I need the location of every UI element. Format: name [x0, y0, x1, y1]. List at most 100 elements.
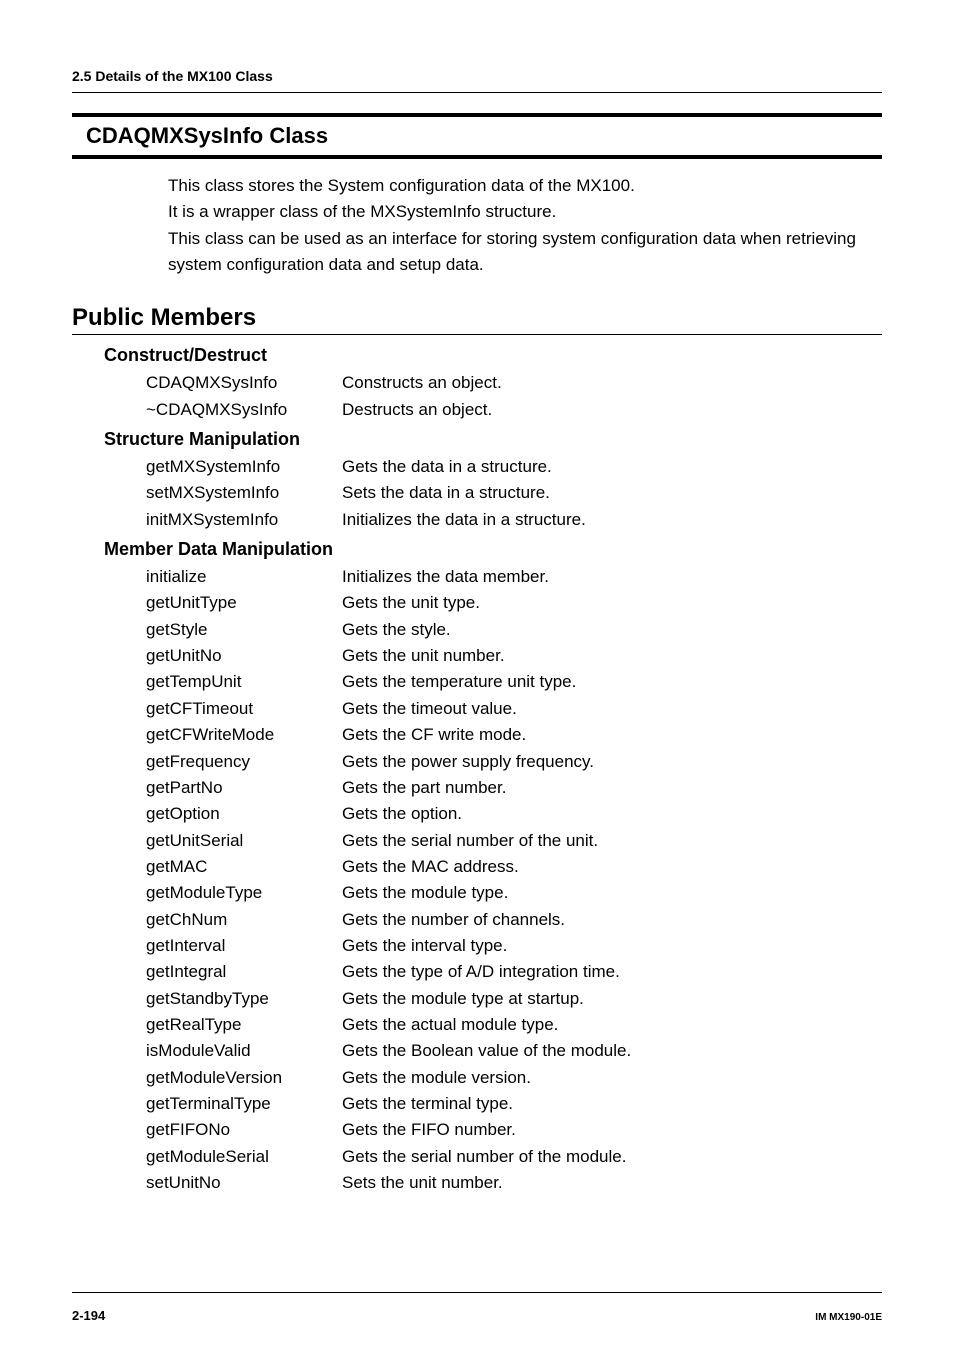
- member-desc: Gets the module type.: [342, 880, 882, 906]
- page-title: CDAQMXSysInfo Class: [72, 117, 882, 155]
- member-desc: Constructs an object.: [342, 370, 882, 396]
- member-row: getFIFONoGets the FIFO number.: [146, 1117, 882, 1143]
- member-term: setMXSystemInfo: [146, 480, 342, 506]
- member-term: getRealType: [146, 1012, 342, 1038]
- intro-line: It is a wrapper class of the MXSystemInf…: [168, 199, 882, 225]
- member-term: setUnitNo: [146, 1170, 342, 1196]
- member-term: ~CDAQMXSysInfo: [146, 397, 342, 423]
- member-term: getChNum: [146, 907, 342, 933]
- member-row: getTempUnitGets the temperature unit typ…: [146, 669, 882, 695]
- intro-block: This class stores the System configurati…: [168, 173, 882, 278]
- member-desc: Gets the power supply frequency.: [342, 749, 882, 775]
- section-items: CDAQMXSysInfo Constructs an object. ~CDA…: [146, 370, 882, 423]
- public-members-body: Construct/Destruct CDAQMXSysInfo Constru…: [104, 345, 882, 1196]
- member-row: getUnitSerialGets the serial number of t…: [146, 828, 882, 854]
- member-desc: Gets the serial number of the unit.: [342, 828, 882, 854]
- member-term: getModuleType: [146, 880, 342, 906]
- member-term: CDAQMXSysInfo: [146, 370, 342, 396]
- member-desc: Gets the interval type.: [342, 933, 882, 959]
- member-row: getStyleGets the style.: [146, 617, 882, 643]
- member-term: getIntegral: [146, 959, 342, 985]
- member-desc: Gets the Boolean value of the module.: [342, 1038, 882, 1064]
- member-desc: Initializes the data member.: [342, 564, 882, 590]
- member-desc: Sets the data in a structure.: [342, 480, 882, 506]
- member-desc: Gets the actual module type.: [342, 1012, 882, 1038]
- public-members-heading: Public Members: [72, 304, 882, 332]
- section-construct-destruct: Construct/Destruct CDAQMXSysInfo Constru…: [104, 345, 882, 423]
- footer: 2-194 IM MX190-01E: [72, 1308, 882, 1323]
- member-row: getTerminalTypeGets the terminal type.: [146, 1091, 882, 1117]
- member-desc: Gets the style.: [342, 617, 882, 643]
- page: 2.5 Details of the MX100 Class CDAQMXSys…: [0, 0, 954, 1351]
- member-row: getRealTypeGets the actual module type.: [146, 1012, 882, 1038]
- section-heading: Member Data Manipulation: [104, 539, 882, 560]
- member-row: getMXSystemInfo Gets the data in a struc…: [146, 454, 882, 480]
- member-term: getMAC: [146, 854, 342, 880]
- member-term: getPartNo: [146, 775, 342, 801]
- head-rule: [72, 92, 882, 93]
- member-desc: Gets the number of channels.: [342, 907, 882, 933]
- member-desc: Gets the data in a structure.: [342, 454, 882, 480]
- member-row: getFrequencyGets the power supply freque…: [146, 749, 882, 775]
- intro-line: This class can be used as an interface f…: [168, 226, 882, 279]
- member-desc: Sets the unit number.: [342, 1170, 882, 1196]
- member-desc: Gets the module type at startup.: [342, 986, 882, 1012]
- member-desc: Gets the serial number of the module.: [342, 1144, 882, 1170]
- member-row: initMXSystemInfo Initializes the data in…: [146, 507, 882, 533]
- member-row: getPartNoGets the part number.: [146, 775, 882, 801]
- member-row: initializeInitializes the data member.: [146, 564, 882, 590]
- member-term: getMXSystemInfo: [146, 454, 342, 480]
- member-term: getTerminalType: [146, 1091, 342, 1117]
- running-head: 2.5 Details of the MX100 Class: [72, 68, 882, 84]
- page-number: 2-194: [72, 1308, 105, 1323]
- member-desc: Destructs an object.: [342, 397, 882, 423]
- member-desc: Gets the MAC address.: [342, 854, 882, 880]
- member-term: getUnitType: [146, 590, 342, 616]
- member-term: getUnitNo: [146, 643, 342, 669]
- member-desc: Initializes the data in a structure.: [342, 507, 882, 533]
- footer-rule: [72, 1292, 882, 1293]
- member-desc: Gets the terminal type.: [342, 1091, 882, 1117]
- member-row: getModuleTypeGets the module type.: [146, 880, 882, 906]
- member-term: getModuleSerial: [146, 1144, 342, 1170]
- member-term: getCFTimeout: [146, 696, 342, 722]
- section-heading: Structure Manipulation: [104, 429, 882, 450]
- member-row: getModuleSerialGets the serial number of…: [146, 1144, 882, 1170]
- member-term: getOption: [146, 801, 342, 827]
- public-members-rule: [72, 334, 882, 335]
- member-row: isModuleValidGets the Boolean value of t…: [146, 1038, 882, 1064]
- member-term: getModuleVersion: [146, 1065, 342, 1091]
- member-row: getChNumGets the number of channels.: [146, 907, 882, 933]
- member-term: getFIFONo: [146, 1117, 342, 1143]
- member-term: getCFWriteMode: [146, 722, 342, 748]
- title-rule-bot: [72, 155, 882, 159]
- section-items: initializeInitializes the data member.ge…: [146, 564, 882, 1196]
- member-term: getStyle: [146, 617, 342, 643]
- section-items: getMXSystemInfo Gets the data in a struc…: [146, 454, 882, 533]
- member-row: setUnitNoSets the unit number.: [146, 1170, 882, 1196]
- member-term: getUnitSerial: [146, 828, 342, 854]
- section-member-data-manipulation: Member Data Manipulation initializeIniti…: [104, 539, 882, 1196]
- member-row: getMACGets the MAC address.: [146, 854, 882, 880]
- member-desc: Gets the unit number.: [342, 643, 882, 669]
- member-desc: Gets the part number.: [342, 775, 882, 801]
- member-desc: Gets the temperature unit type.: [342, 669, 882, 695]
- member-term: getFrequency: [146, 749, 342, 775]
- member-desc: Gets the timeout value.: [342, 696, 882, 722]
- member-row: CDAQMXSysInfo Constructs an object.: [146, 370, 882, 396]
- member-row: getCFTimeoutGets the timeout value.: [146, 696, 882, 722]
- member-term: getStandbyType: [146, 986, 342, 1012]
- member-row: ~CDAQMXSysInfo Destructs an object.: [146, 397, 882, 423]
- member-desc: Gets the CF write mode.: [342, 722, 882, 748]
- member-row: getUnitTypeGets the unit type.: [146, 590, 882, 616]
- member-term: getInterval: [146, 933, 342, 959]
- member-row: getCFWriteModeGets the CF write mode.: [146, 722, 882, 748]
- member-row: getUnitNoGets the unit number.: [146, 643, 882, 669]
- member-row: setMXSystemInfo Sets the data in a struc…: [146, 480, 882, 506]
- member-desc: Gets the option.: [342, 801, 882, 827]
- member-row: getOptionGets the option.: [146, 801, 882, 827]
- member-desc: Gets the FIFO number.: [342, 1117, 882, 1143]
- section-heading: Construct/Destruct: [104, 345, 882, 366]
- member-row: getIntegralGets the type of A/D integrat…: [146, 959, 882, 985]
- document-id: IM MX190-01E: [815, 1312, 882, 1323]
